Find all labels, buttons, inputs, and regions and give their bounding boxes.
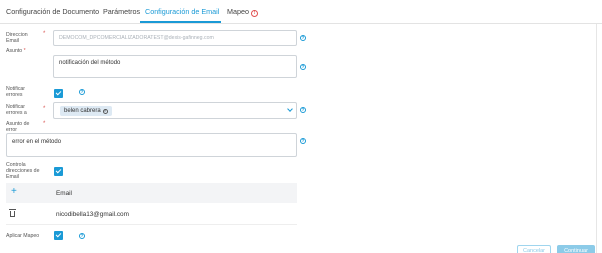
table-row: nicodibella13@gmail.com [6, 205, 297, 225]
direccion-email-value: DEMOCOM_DPCOMERCIALIZADORATEST@dexis-gaf… [59, 35, 214, 41]
aplicar-mapeo-label: Aplicar Mapeo [6, 233, 40, 239]
asunto-value: notificación del método [59, 60, 121, 66]
help-icon[interactable]: ? [300, 138, 306, 144]
direccion-email-field: DEMOCOM_DPCOMERCIALIZADORATEST@dexis-gaf… [53, 30, 297, 46]
notificar-errores-label: Notificar errores [6, 86, 26, 98]
recipient-chip: belen cabrera × [60, 106, 112, 116]
cancel-button[interactable]: Cancelar [517, 245, 551, 253]
chevron-down-icon[interactable] [287, 106, 293, 112]
tab-bar: Configuración de Documento Parámetros Co… [0, 0, 602, 24]
controla-direcciones-checkbox[interactable] [54, 167, 63, 176]
tab-configuracion-documento[interactable]: Configuración de Documento [6, 7, 99, 16]
help-icon[interactable]: ? [300, 35, 306, 41]
asunto-label-text: Asunto [6, 48, 23, 54]
required-marker: * [43, 31, 46, 37]
direccion-email-label: Direccion Email [6, 32, 28, 44]
controla-direcciones-label: Controla direcciones de Email [6, 162, 40, 180]
active-tab-indicator [140, 21, 221, 23]
notificar-errores-a-select[interactable]: belen cabrera × [53, 102, 297, 119]
asunto-de-error-label: Asunto de error [6, 121, 30, 133]
confirm-button[interactable]: Continuar [557, 245, 595, 253]
scrollbar[interactable] [596, 24, 597, 253]
trash-icon[interactable] [9, 209, 16, 217]
tab-configuracion-email[interactable]: Configuración de Email [145, 7, 219, 16]
help-icon[interactable]: ? [79, 233, 85, 239]
add-email-button[interactable]: + [11, 186, 17, 197]
notificar-errores-checkbox[interactable] [54, 89, 63, 98]
email-table-header: + Email [6, 183, 297, 203]
recipient-chip-label: belen cabrera [64, 108, 101, 114]
tab-parametros[interactable]: Parámetros [103, 7, 140, 16]
tab-mapeo[interactable]: Mapeo! [227, 7, 258, 17]
asunto-field[interactable]: notificación del método [53, 55, 297, 78]
required-marker: * [43, 106, 46, 112]
email-cell: nicodibella13@gmail.com [56, 211, 129, 218]
email-column-header: Email [56, 190, 72, 197]
tab-mapeo-label: Mapeo [227, 7, 249, 16]
asunto-de-error-field[interactable]: error en el método [6, 133, 297, 157]
asunto-de-error-value: error en el método [12, 139, 62, 145]
required-marker: * [43, 121, 46, 127]
help-icon[interactable]: ? [300, 64, 306, 70]
warning-icon: ! [250, 10, 258, 17]
remove-chip-icon[interactable]: × [102, 108, 108, 114]
aplicar-mapeo-checkbox[interactable] [54, 231, 63, 240]
help-icon[interactable]: ? [79, 89, 85, 95]
help-icon[interactable]: ? [300, 107, 306, 113]
notificar-errores-a-label: Notificar errores a [6, 104, 27, 116]
asunto-label: Asunto * [6, 48, 26, 54]
